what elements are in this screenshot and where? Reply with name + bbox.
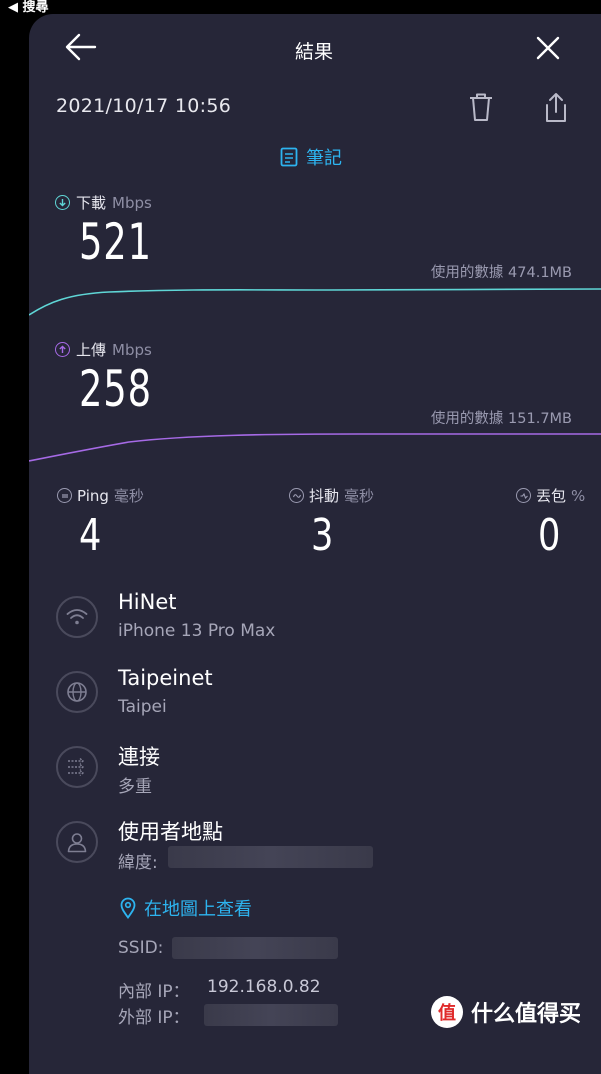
ssid-redacted [172,937,338,959]
download-label-text: 下載 [76,194,107,212]
internal-ip-value: 192.168.0.82 [207,977,321,997]
internal-ip-label: 內部 IP： [118,982,190,1002]
notes-button[interactable]: 筆記 [280,144,342,170]
latitude-label: 緯度: [118,853,158,873]
notes-label: 筆記 [306,148,342,169]
server-location: Taipei [118,697,167,717]
ping-icon [57,488,72,503]
view-on-map-link[interactable]: 在地圖上查看 [120,895,252,921]
upload-speed-graph [29,433,601,462]
server-name: Taipeinet [118,666,213,690]
network-provider: HiNet [118,590,177,614]
device-name: iPhone 13 Pro Max [118,621,276,641]
ssid-label: SSID: [118,938,164,958]
result-datetime: 2021/10/17 10:56 [56,95,232,117]
jitter-label: 抖動 毫秒 [289,485,374,506]
connection-title: 連接 [118,745,160,769]
packet-loss-label-text: 丟包 [536,487,567,505]
ping-label-text: Ping [77,486,109,505]
upload-label: 上傳 Mbps [55,339,152,360]
download-speed-graph [29,288,601,316]
upload-unit: Mbps [112,340,152,359]
packet-loss-icon [516,488,531,503]
jitter-value: 3 [311,510,334,561]
download-arrow-icon [55,195,70,210]
packet-loss-label: 丟包 % [516,485,585,506]
result-panel: 結果 2021/10/17 10:56 筆記 下載 Mbps 521 使用的數據… [29,14,601,1074]
watermark-text: 什么值得买 [471,1002,582,1027]
download-label: 下載 Mbps [55,192,152,213]
packet-loss-unit: % [571,486,586,505]
back-to-search-link[interactable]: ◀ 搜尋 [8,0,49,15]
notes-icon [280,147,298,167]
connection-type: 多重 [118,777,152,797]
close-icon[interactable] [535,35,561,61]
user-icon [56,821,98,863]
map-pin-icon [120,897,136,919]
upload-label-text: 上傳 [76,341,107,359]
jitter-unit: 毫秒 [344,487,375,505]
site-watermark: 值 什么值得买 [431,996,581,1028]
ping-value: 4 [79,510,102,561]
packet-loss-value: 0 [538,510,561,561]
upload-arrow-icon [55,342,70,357]
view-on-map-label: 在地圖上查看 [144,899,252,920]
download-speed-value: 521 [79,213,152,271]
jitter-icon [289,488,304,503]
back-arrow-icon[interactable] [64,32,98,62]
user-location-title: 使用者地點 [118,820,223,844]
ping-label: Ping 毫秒 [57,485,144,506]
download-data-used: 使用的數據 474.1MB [430,265,572,281]
watermark-logo: 值 [431,996,463,1028]
trash-icon[interactable] [468,92,494,122]
external-ip-redacted [204,1004,338,1026]
globe-icon [56,671,98,713]
latitude-redacted [168,846,373,868]
connections-icon [56,746,98,788]
jitter-label-text: 抖動 [309,487,340,505]
page-title: 結果 [294,41,333,63]
wifi-icon [56,596,98,638]
share-icon[interactable] [543,92,569,124]
ping-unit: 毫秒 [113,487,144,505]
download-unit: Mbps [112,193,152,212]
external-ip-label: 外部 IP： [118,1008,190,1028]
upload-speed-value: 258 [79,360,152,418]
status-bar: ◀ 搜尋 [0,0,601,15]
